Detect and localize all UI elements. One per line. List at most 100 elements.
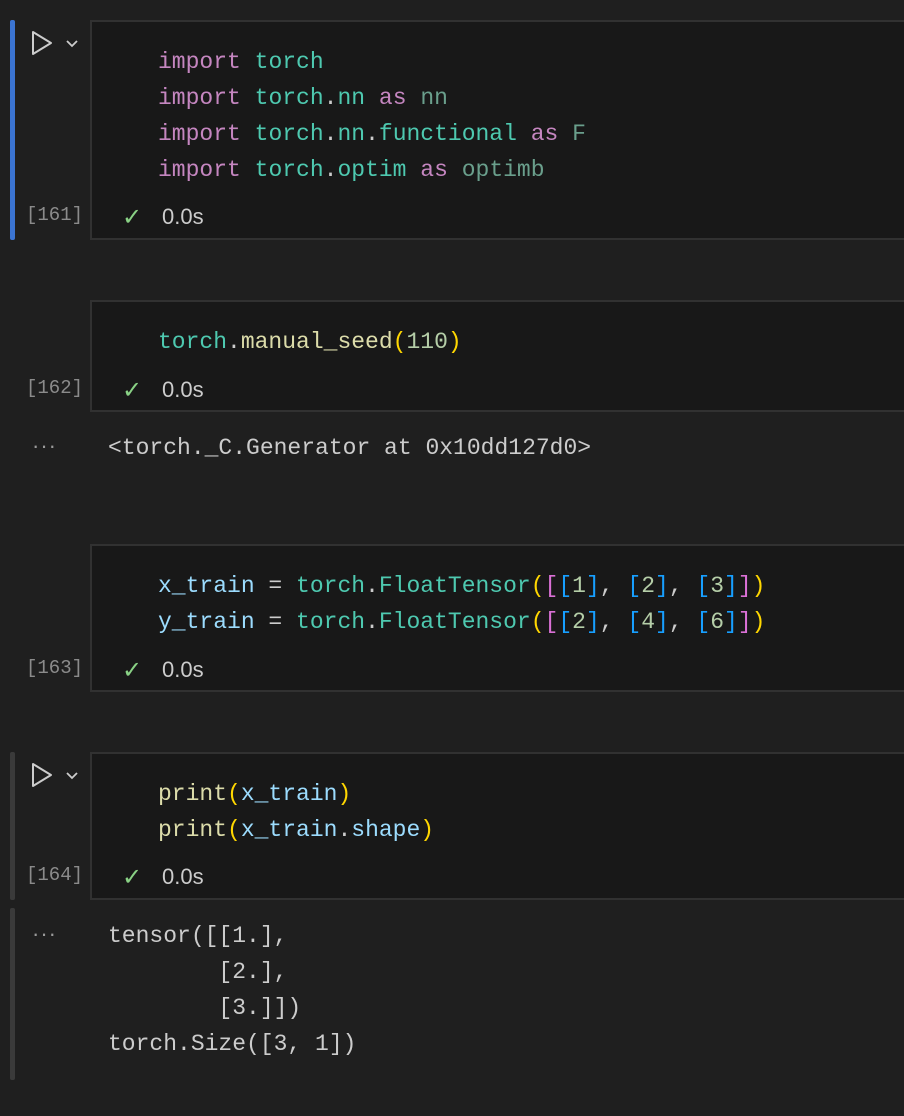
code-token: 1 bbox=[572, 573, 586, 599]
code-token: torch bbox=[158, 329, 228, 355]
execution-time: 0.0s bbox=[162, 657, 204, 682]
code-line[interactable]: x_train = torch.FloatTensor([[1], [2], [… bbox=[158, 568, 765, 604]
cell-status: ✓ 0.0s bbox=[122, 863, 204, 891]
code-line[interactable]: import torch.nn.functional as F bbox=[158, 116, 586, 152]
code-token: . bbox=[337, 817, 352, 843]
code-line[interactable]: import torch bbox=[158, 44, 324, 80]
code-token: [ bbox=[696, 573, 711, 599]
more-actions-icon[interactable]: ··· bbox=[32, 921, 57, 947]
code-token: ( bbox=[530, 609, 545, 635]
code-token: . bbox=[323, 157, 338, 183]
code-token: 2 bbox=[641, 573, 655, 599]
code-token: ( bbox=[227, 817, 241, 843]
code-token: 2 bbox=[572, 609, 586, 635]
code-token: shape bbox=[351, 817, 421, 843]
code-token: torch bbox=[254, 157, 324, 183]
output-line: torch.Size([3, 1]) bbox=[108, 1031, 357, 1057]
check-icon: ✓ bbox=[122, 203, 143, 231]
code-token: torch bbox=[254, 121, 324, 147]
code-token: 6 bbox=[710, 609, 725, 635]
code-token: optim bbox=[337, 157, 407, 183]
cell-focus-indicator bbox=[10, 20, 15, 240]
code-token: torch bbox=[254, 49, 324, 75]
code-token: [ bbox=[558, 573, 573, 599]
code-line[interactable]: print(x_train) bbox=[158, 776, 351, 812]
code-token: functional bbox=[378, 121, 517, 147]
code-token: y_train bbox=[158, 609, 255, 635]
code-token: , bbox=[668, 609, 697, 635]
code-token: as bbox=[530, 121, 559, 147]
code-token: FloatTensor bbox=[378, 609, 531, 635]
code-token: x_train bbox=[240, 817, 338, 843]
execution-count: [163] bbox=[26, 657, 84, 679]
code-token: ( bbox=[530, 573, 545, 599]
code-token: FloatTensor bbox=[378, 573, 531, 599]
cell-hover-indicator bbox=[10, 752, 15, 900]
code-token: = bbox=[254, 609, 297, 635]
code-token: x_train bbox=[240, 781, 338, 807]
execution-time: 0.0s bbox=[162, 377, 204, 402]
code-token: print bbox=[158, 817, 228, 843]
run-cell-icon[interactable] bbox=[30, 762, 54, 788]
check-icon: ✓ bbox=[122, 863, 143, 891]
execution-count: [162] bbox=[26, 377, 84, 399]
code-token: 4 bbox=[641, 609, 655, 635]
code-token: import bbox=[158, 121, 241, 147]
code-token: [ bbox=[627, 609, 642, 635]
code-token: x_train bbox=[158, 573, 255, 599]
code-token: . bbox=[365, 573, 379, 599]
code-token: 3 bbox=[710, 573, 725, 599]
chevron-down-icon[interactable] bbox=[64, 770, 80, 782]
code-token: ) bbox=[751, 609, 766, 635]
code-token: import bbox=[158, 85, 241, 111]
code-token: [ bbox=[544, 573, 559, 599]
cell-status: ✓ 0.0s bbox=[122, 203, 204, 231]
code-token: print bbox=[158, 781, 228, 807]
cell-status: ✓ 0.0s bbox=[122, 376, 204, 404]
code-line[interactable]: print(x_train.shape) bbox=[158, 812, 434, 848]
check-icon: ✓ bbox=[122, 656, 143, 684]
chevron-down-icon[interactable] bbox=[64, 38, 80, 50]
output-line: <torch._C.Generator at 0x10dd127d0> bbox=[108, 435, 592, 461]
code-token: ] bbox=[585, 609, 600, 635]
code-token: ) bbox=[337, 781, 352, 807]
code-token: . bbox=[365, 121, 379, 147]
code-line[interactable]: import torch.optim as optimb bbox=[158, 152, 545, 188]
code-token: as bbox=[420, 157, 448, 183]
code-line[interactable]: torch.manual_seed(110) bbox=[158, 324, 462, 360]
code-token: , bbox=[668, 573, 697, 599]
execution-count: [161] bbox=[26, 204, 84, 226]
code-token: , bbox=[599, 609, 628, 635]
code-token: ] bbox=[655, 573, 669, 599]
code-token: F bbox=[572, 121, 586, 147]
code-token: [ bbox=[696, 609, 711, 635]
check-icon: ✓ bbox=[122, 376, 143, 404]
code-line[interactable]: y_train = torch.FloatTensor([[2], [4], [… bbox=[158, 604, 765, 640]
code-token: ( bbox=[227, 781, 241, 807]
code-token: . bbox=[365, 609, 379, 635]
code-token: [ bbox=[558, 609, 573, 635]
code-token: nn bbox=[337, 85, 366, 111]
code-token: optimb bbox=[461, 157, 545, 183]
code-token: ] bbox=[737, 573, 752, 599]
code-token: [ bbox=[544, 609, 559, 635]
code-token: torch bbox=[296, 609, 366, 635]
code-token: as bbox=[378, 85, 407, 111]
more-actions-icon[interactable]: ··· bbox=[32, 433, 57, 459]
run-cell-icon[interactable] bbox=[30, 30, 54, 56]
code-token: [ bbox=[627, 573, 642, 599]
output-line: [2.], bbox=[108, 959, 288, 985]
code-token: ] bbox=[655, 609, 669, 635]
code-token: = bbox=[254, 573, 297, 599]
code-token: ) bbox=[751, 573, 766, 599]
code-line[interactable]: import torch.nn as nn bbox=[158, 80, 448, 116]
output-hover-indicator bbox=[10, 908, 15, 1080]
